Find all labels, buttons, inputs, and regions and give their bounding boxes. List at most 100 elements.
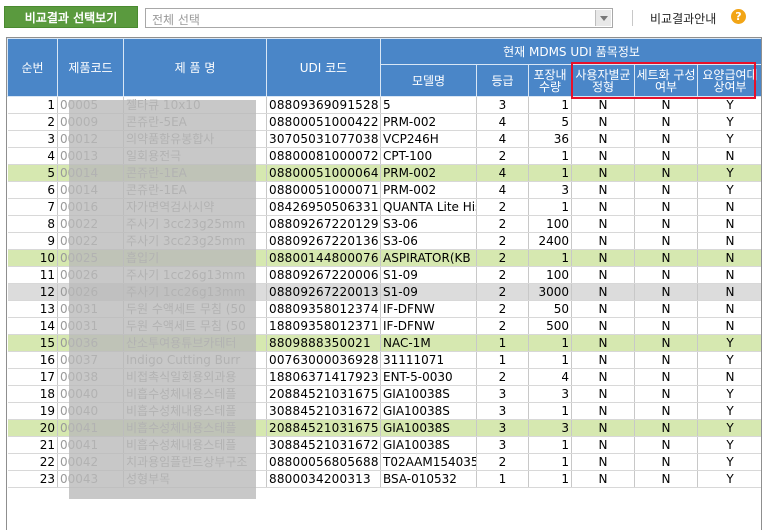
cell-udi-code: 08809267220006 (266, 266, 381, 284)
cell-pack-qty: 1 (528, 436, 572, 454)
cell-pack-qty: 36 (528, 130, 572, 148)
cell-reimbursement: N (697, 198, 761, 216)
cell-udi-code: 30705031077038 (266, 130, 381, 148)
cell-grade: 2 (476, 249, 529, 267)
cell-same-use: N (571, 232, 635, 250)
cell-seq: 15 (7, 334, 58, 352)
cell-model: S3-06 (380, 232, 477, 250)
cell-seq: 12 (7, 283, 58, 301)
cell-grade: 4 (476, 181, 529, 199)
cell-set-config: N (634, 198, 698, 216)
cell-reimbursement: N (697, 215, 761, 233)
cell-set-config: N (634, 470, 698, 488)
cell-reimbursement: N (697, 317, 761, 335)
cell-grade: 3 (476, 436, 529, 454)
cell-model: GIA10038S (380, 402, 477, 420)
cell-same-use: N (571, 164, 635, 182)
cell-same-use: N (571, 385, 635, 403)
cell-reimbursement: Y (697, 453, 761, 471)
cell-pack-qty: 1 (528, 249, 572, 267)
cell-seq: 4 (7, 147, 58, 165)
cell-udi-code: 08800056805688 (266, 453, 381, 471)
cell-reimbursement: N (697, 283, 761, 301)
cell-set-config: N (634, 402, 698, 420)
cell-set-config: N (634, 385, 698, 403)
cell-pack-qty: 1 (528, 334, 572, 352)
cell-seq: 14 (7, 317, 58, 335)
cell-udi-code: 20884521031675 (266, 419, 381, 437)
col-header-seq[interactable]: 순번 (7, 38, 58, 97)
cell-seq: 18 (7, 385, 58, 403)
cell-model: PRM-002 (380, 113, 477, 131)
cell-set-config: N (634, 283, 698, 301)
cell-seq: 23 (7, 470, 58, 488)
cell-set-config: N (634, 368, 698, 386)
col-header-grade[interactable]: 등급 (476, 64, 529, 97)
col-header-product-code[interactable]: 제품코드 (57, 38, 124, 97)
cell-pack-qty: 1 (528, 198, 572, 216)
cell-grade: 2 (476, 215, 529, 233)
cell-reimbursement: Y (697, 96, 761, 114)
cell-grade: 2 (476, 198, 529, 216)
col-header-model[interactable]: 모델명 (380, 64, 477, 97)
col-header-udi-code[interactable]: UDI 코드 (266, 38, 381, 97)
cell-udi-code: 00763000036928 (266, 351, 381, 369)
cell-pack-qty: 3 (528, 181, 572, 199)
compare-result-guide-link[interactable]: 비교결과안내 (650, 10, 716, 27)
help-icon[interactable]: ? (731, 9, 746, 24)
cell-model: QUANTA Lite His (380, 198, 477, 216)
cell-same-use: N (571, 436, 635, 454)
cell-pack-qty: 1 (528, 470, 572, 488)
cell-set-config: N (634, 317, 698, 335)
cell-set-config: N (634, 351, 698, 369)
cell-pack-qty: 1 (528, 351, 572, 369)
cell-seq: 20 (7, 419, 58, 437)
cell-grade: 2 (476, 300, 529, 318)
cell-grade: 2 (476, 147, 529, 165)
cell-seq: 11 (7, 266, 58, 284)
cell-model: S3-06 (380, 215, 477, 233)
compare-result-view-button[interactable]: 비교결과 선택보기 (4, 6, 138, 28)
cell-grade: 2 (476, 232, 529, 250)
cell-reimbursement: Y (697, 164, 761, 182)
cell-same-use: N (571, 300, 635, 318)
cell-udi-code: 8800034200313 (266, 470, 381, 488)
cell-reimbursement: N (697, 249, 761, 267)
cell-udi-code: 08800144800076 (266, 249, 381, 267)
cell-seq: 17 (7, 368, 58, 386)
cell-pack-qty: 4 (528, 368, 572, 386)
cell-model: NAC-1M (380, 334, 477, 352)
cell-grade: 1 (476, 470, 529, 488)
cell-set-config: N (634, 419, 698, 437)
cell-model: 5 (380, 96, 477, 114)
cell-same-use: N (571, 198, 635, 216)
cell-same-use: N (571, 368, 635, 386)
toolbar-divider (632, 10, 633, 26)
chevron-down-icon[interactable] (595, 10, 611, 26)
col-header-pack-qty[interactable]: 포장내수량 (528, 64, 572, 97)
cell-seq: 5 (7, 164, 58, 182)
cell-grade: 4 (476, 113, 529, 131)
cell-set-config: N (634, 249, 698, 267)
cell-udi-code: 08800051000422 (266, 113, 381, 131)
cell-udi-code: 08426950506331 (266, 198, 381, 216)
cell-pack-qty: 100 (528, 266, 572, 284)
cell-model: VCP246H (380, 130, 477, 148)
cell-grade: 1 (476, 351, 529, 369)
cell-udi-code: 30884521031672 (266, 436, 381, 454)
cell-same-use: N (571, 317, 635, 335)
cell-pack-qty: 3000 (528, 283, 572, 301)
cell-set-config: N (634, 453, 698, 471)
cell-reimbursement: Y (697, 385, 761, 403)
cell-seq: 10 (7, 249, 58, 267)
cell-reimbursement: Y (697, 470, 761, 488)
cell-reimbursement: N (697, 266, 761, 284)
col-header-product-name[interactable]: 제 품 명 (123, 38, 267, 97)
cell-reimbursement: Y (697, 402, 761, 420)
redaction-mask (69, 100, 256, 499)
cell-pack-qty: 3 (528, 385, 572, 403)
cell-same-use: N (571, 402, 635, 420)
cell-same-use: N (571, 147, 635, 165)
filter-select[interactable]: 전체 선택 (145, 8, 613, 28)
cell-same-use: N (571, 266, 635, 284)
